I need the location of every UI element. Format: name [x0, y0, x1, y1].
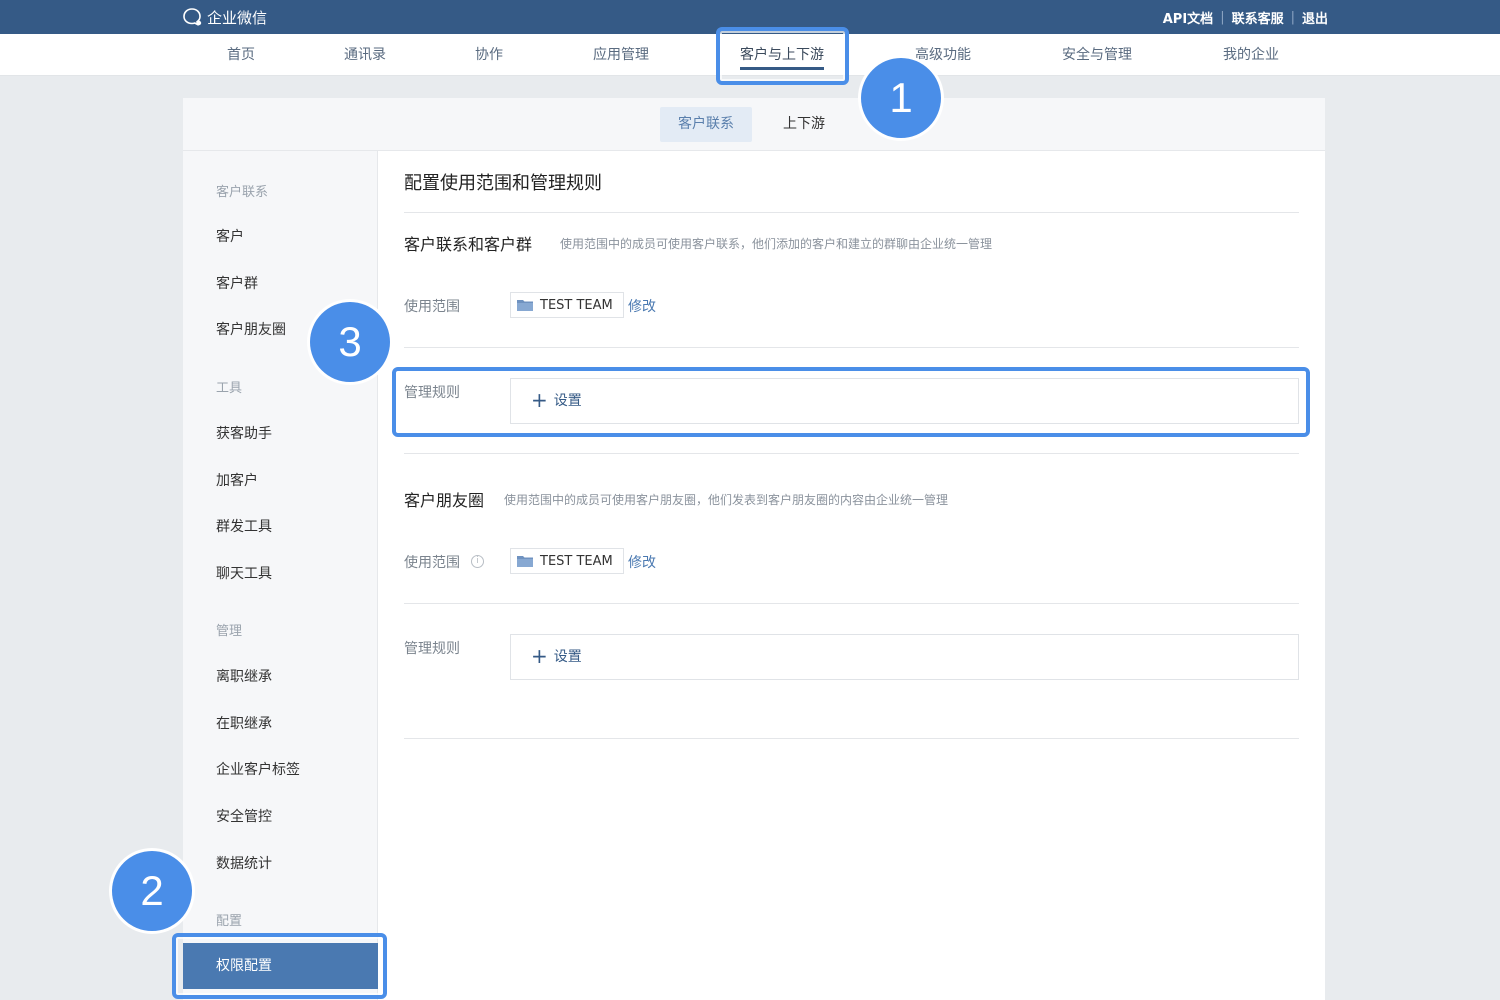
nav-contacts[interactable]: 通讯录 [344, 34, 386, 76]
edit-scope-link[interactable]: 修改 [628, 552, 656, 572]
sidebar-heading-management: 管理 [216, 624, 243, 639]
sidebar-item-resign-inherit[interactable]: 离职继承 [216, 666, 272, 686]
scope-team-tag: TEST TEAM [510, 548, 624, 574]
nav-app-management[interactable]: 应用管理 [593, 34, 649, 76]
divider [404, 603, 1299, 604]
divider [404, 347, 1299, 348]
sidebar-item-acquisition-assistant[interactable]: 获客助手 [216, 423, 272, 443]
logo-text: 企业微信 [207, 8, 268, 27]
sidebar-item-chat-tools[interactable]: 聊天工具 [216, 563, 272, 583]
set-rules-button[interactable]: + 设置 [531, 646, 582, 666]
nav-my-company[interactable]: 我的企业 [1223, 34, 1279, 76]
sidebar-item-moments[interactable]: 客户朋友圈 [216, 319, 286, 339]
tab-upstream-downstream[interactable]: 上下游 [765, 107, 843, 142]
divider [404, 212, 1299, 213]
sidebar-item-customer-tags[interactable]: 企业客户标签 [216, 759, 300, 779]
edit-scope-link[interactable]: 修改 [628, 296, 656, 316]
nav-security[interactable]: 安全与管理 [1062, 34, 1132, 76]
divider [404, 453, 1299, 454]
highlight-rules-row [392, 367, 1310, 437]
separator: | [1290, 10, 1295, 25]
scope-label: 使用范围 [404, 299, 460, 315]
set-rules-label: 设置 [553, 649, 582, 665]
sidebar-item-customer-groups[interactable]: 客户群 [216, 273, 258, 293]
sidebar-item-security-control[interactable]: 安全管控 [216, 806, 272, 826]
sub-nav: 客户联系 上下游 [183, 98, 1325, 151]
highlight-nav-tab [716, 27, 849, 85]
tab-customer-contact[interactable]: 客户联系 [660, 107, 752, 142]
divider [404, 738, 1299, 739]
sidebar-heading-tools: 工具 [216, 381, 243, 396]
nav-home[interactable]: 首页 [227, 34, 255, 76]
rules-label: 管理规则 [404, 641, 460, 657]
nav-collaboration[interactable]: 协作 [475, 34, 503, 76]
sidebar-item-mass-send[interactable]: 群发工具 [216, 516, 272, 536]
logo[interactable]: 企业微信 [182, 6, 267, 28]
step-badge-3: 3 [310, 302, 390, 382]
sidebar: 客户联系 客户 客户群 客户朋友圈 工具 获客助手 加客户 群发工具 聊天工具 … [183, 151, 378, 1000]
folder-icon [517, 556, 533, 567]
sidebar-item-onjob-inherit[interactable]: 在职继承 [216, 713, 272, 733]
info-icon[interactable]: i [471, 555, 484, 568]
api-docs-link[interactable]: API文档 [1163, 8, 1213, 27]
rules-box: + 设置 [510, 634, 1299, 680]
scope-team-name: TEST TEAM [540, 553, 613, 569]
scope-label: 使用范围 [404, 555, 460, 571]
top-links: API文档 | 联系客服 | 退出 [1163, 8, 1328, 27]
folder-icon [517, 300, 533, 311]
step-badge-2: 2 [112, 851, 192, 931]
wecom-logo-icon [183, 8, 202, 27]
contact-support-link[interactable]: 联系客服 [1232, 8, 1284, 27]
section-description: 使用范围中的成员可使用客户联系，他们添加的客户和建立的群聊由企业统一管理 [560, 237, 993, 251]
section-title-contact-groups: 客户联系和客户群 [404, 235, 533, 254]
section-description: 使用范围中的成员可使用客户朋友圈，他们发表到客户朋友圈的内容由企业统一管理 [504, 493, 949, 507]
plus-icon: + [531, 644, 548, 668]
page-title: 配置使用范围和管理规则 [404, 173, 602, 194]
step-badge-1: 1 [861, 58, 941, 138]
scope-team-name: TEST TEAM [540, 297, 613, 313]
scope-team-tag: TEST TEAM [510, 292, 624, 318]
separator: | [1220, 10, 1225, 25]
sidebar-item-add-customer[interactable]: 加客户 [216, 470, 258, 490]
sidebar-heading-config: 配置 [216, 914, 243, 929]
sidebar-heading-customer-contact: 客户联系 [216, 185, 269, 200]
highlight-permission-config [172, 933, 387, 999]
sidebar-item-customers[interactable]: 客户 [216, 226, 244, 246]
main-card: 客户联系 上下游 客户联系 客户 客户群 客户朋友圈 工具 获客助手 加客户 群… [183, 98, 1325, 1000]
logout-link[interactable]: 退出 [1302, 8, 1328, 27]
sidebar-item-statistics[interactable]: 数据统计 [216, 853, 272, 873]
section-title-moments: 客户朋友圈 [404, 491, 485, 510]
